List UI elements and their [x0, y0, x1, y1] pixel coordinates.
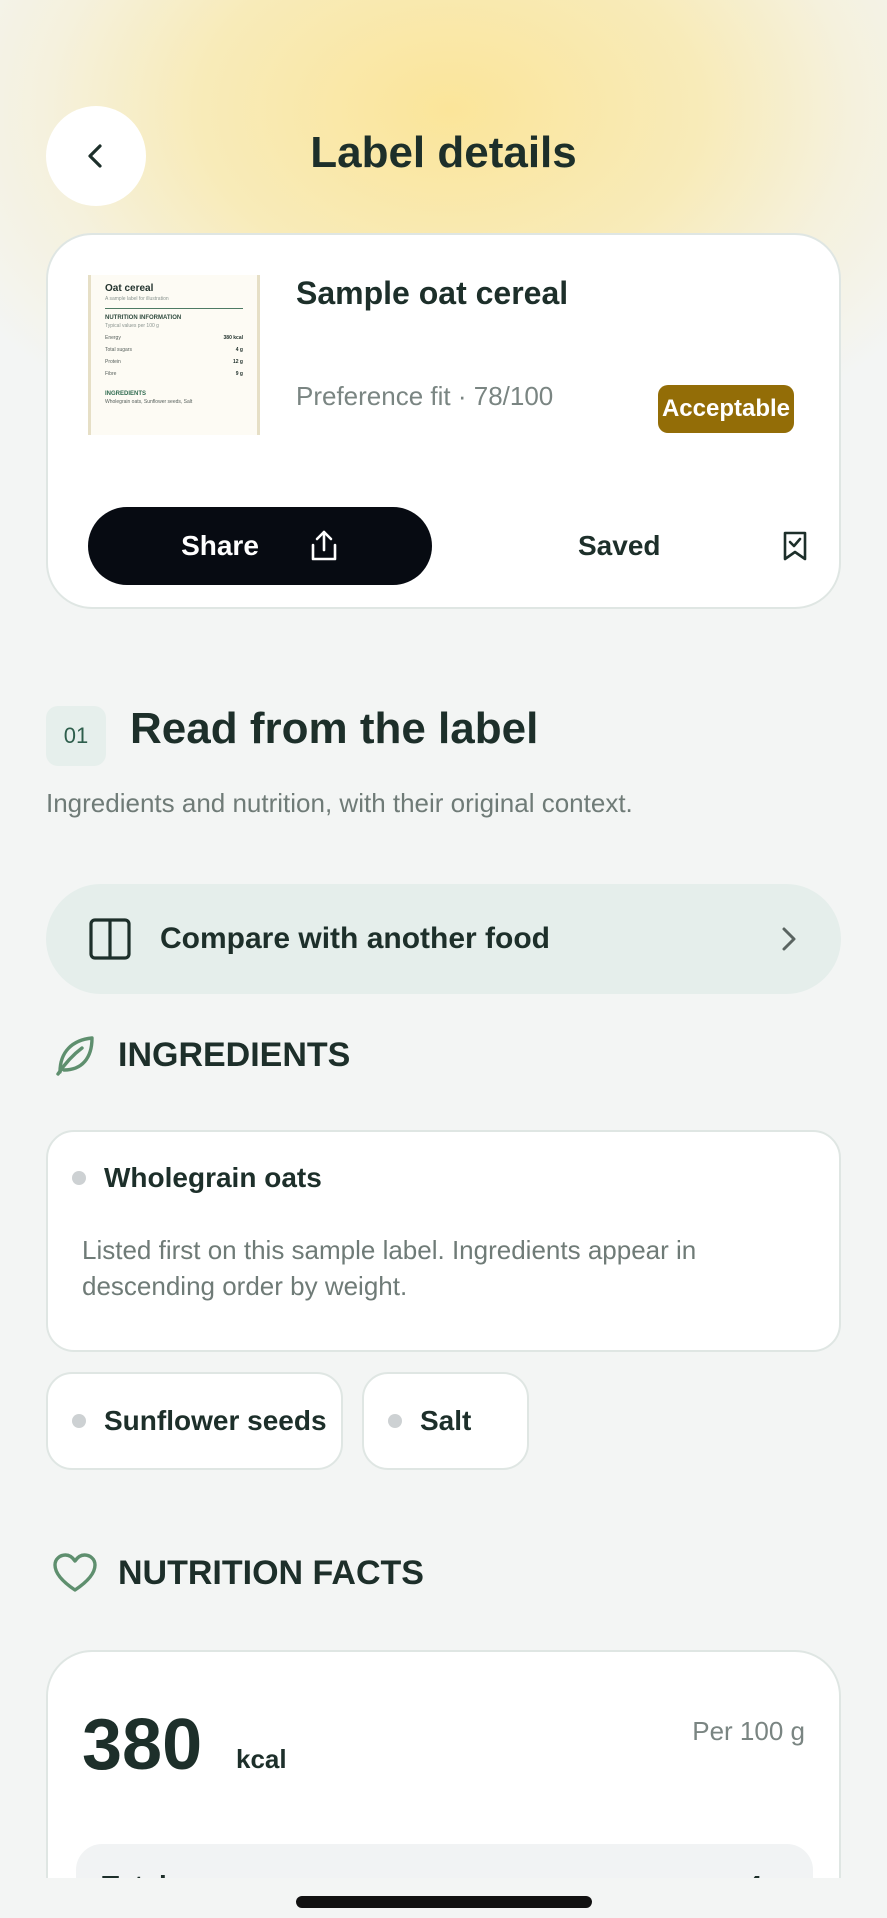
columns-icon [89, 918, 131, 960]
share-button[interactable]: Share [88, 507, 432, 585]
bullet-dot [72, 1414, 86, 1428]
product-card: Oat cereal A sample label for illustrati… [46, 233, 841, 609]
ingredient-name: Sunflower seeds [104, 1405, 327, 1436]
ingredient-card-featured[interactable]: Wholegrain oats Listed first on this sam… [46, 1130, 841, 1352]
thumb-subtitle: A sample label for illustration [105, 296, 169, 302]
ingredient-description: Listed first on this sample label. Ingre… [82, 1235, 697, 1301]
thumb-row: Protein 12 g [105, 359, 243, 365]
ingredients-heading-row: INGREDIENTS [52, 1032, 350, 1078]
leaf-icon [56, 1036, 94, 1076]
section-title: Read from the label [130, 704, 539, 753]
ingredient-chip[interactable]: Salt [362, 1372, 529, 1470]
thumb-serving: Typical values per 100 g [105, 323, 159, 329]
section-subtitle: Ingredients and nutrition, with their or… [46, 788, 633, 818]
nutrition-heading-row: NUTRITION FACTS [52, 1552, 424, 1594]
ingredient-chip[interactable]: Sunflower seeds [46, 1372, 343, 1470]
share-label: Share [181, 530, 259, 561]
thumb-row: Fibre 9 g [105, 371, 243, 377]
compare-label: Compare with another food [160, 922, 550, 955]
chevron-right-icon [782, 927, 796, 951]
preference-fit: Preference fit · 78/100 [296, 381, 554, 411]
calories-value: 380 [82, 1705, 203, 1785]
bullet-dot [72, 1171, 86, 1185]
saved-button[interactable]: Saved [578, 507, 808, 585]
thumb-ingredients-text: Wholegrain oats, Sunflower seeds, Salt [105, 399, 193, 405]
share-icon [311, 530, 337, 561]
product-name: Sample oat cereal [296, 275, 569, 311]
ingredients-heading: INGREDIENTS [118, 1035, 351, 1074]
page-title: Label details [310, 128, 577, 177]
per-serving-label: Per 100 g [692, 1716, 805, 1746]
ingredient-name: Salt [420, 1405, 472, 1436]
nutrition-heading: NUTRITION FACTS [118, 1553, 424, 1592]
compare-button[interactable]: Compare with another food [46, 884, 841, 994]
status-badge: Acceptable [658, 385, 794, 433]
thumb-row: Energy 380 kcal [105, 335, 243, 341]
ingredient-name: Wholegrain oats [104, 1162, 322, 1193]
bullet-dot [388, 1414, 402, 1428]
label-thumbnail[interactable]: Oat cereal A sample label for illustrati… [88, 275, 260, 435]
thumb-ingredients-heading: INGREDIENTS [105, 391, 147, 397]
thumb-divider [105, 308, 243, 309]
home-indicator[interactable] [296, 1896, 592, 1908]
thumb-title: Oat cereal [105, 283, 154, 294]
thumb-nutrition-heading: NUTRITION INFORMATION [105, 315, 182, 321]
calories-unit: kcal [236, 1744, 287, 1774]
bookmark-check-icon [783, 531, 807, 561]
heart-icon [53, 1553, 97, 1592]
saved-label: Saved [578, 530, 661, 561]
thumb-row: Total sugars 4 g [105, 347, 243, 353]
section-number: 01 [46, 706, 106, 766]
